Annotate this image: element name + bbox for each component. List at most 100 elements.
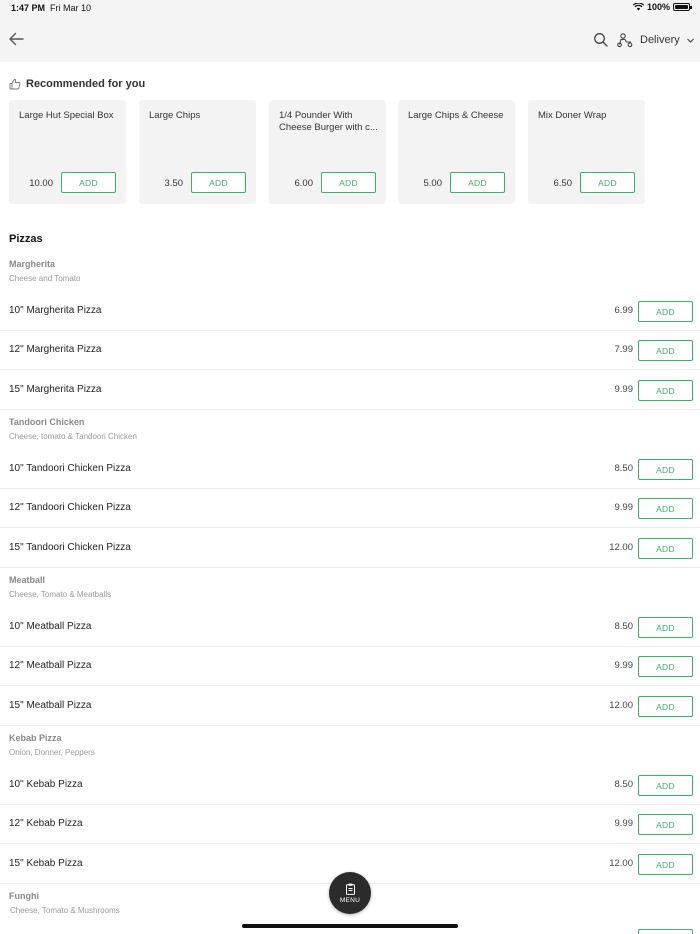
menu-item-row: 15" Meatball Pizza 12.00 ADD: [0, 687, 700, 726]
menu-item-row: 15" Tandoori Chicken Pizza 12.00 ADD: [0, 529, 700, 568]
menu-item-name: 15" Tandoori Chicken Pizza: [9, 542, 131, 553]
nav-bar: Delivery: [0, 18, 700, 62]
status-indicators: 100%: [632, 2, 692, 12]
recommended-header: Recommended for you: [9, 78, 145, 90]
search-icon: [594, 33, 608, 47]
add-button[interactable]: ADD: [638, 380, 693, 401]
menu-item-name: 12" Meatball Pizza: [9, 660, 92, 671]
menu-item-price: 9.99: [614, 502, 634, 513]
back-button[interactable]: [6, 28, 28, 50]
clipboard-icon: [345, 883, 355, 895]
status-time: 1:47 PM: [11, 3, 46, 13]
menu-item-price: 12.00: [609, 700, 633, 711]
menu-item-row: 10" Meatball Pizza 8.50 ADD: [0, 608, 700, 647]
menu-item-name: 12" Tandoori Chicken Pizza: [9, 502, 131, 513]
add-button[interactable]: ADD: [61, 172, 116, 193]
add-button[interactable]: ADD: [321, 172, 376, 193]
delivery-mode-select[interactable]: Delivery: [616, 30, 695, 50]
category-name: Tandoori Chicken: [9, 417, 85, 427]
category-name: Kebab Pizza: [9, 733, 62, 743]
menu-item-name: 15" Margherita Pizza: [9, 384, 102, 395]
menu-item-name: 12" Margherita Pizza: [9, 344, 102, 355]
recommended-card[interactable]: 1/4 Pounder With Cheese Burger with c...…: [269, 100, 386, 204]
menu-item-row: 12" Tandoori Chicken Pizza 9.99 ADD: [0, 489, 700, 528]
menu-button-label: MENU: [339, 896, 361, 904]
menu-item-name: 10" Meatball Pizza: [9, 621, 92, 632]
home-indicator: [242, 924, 458, 928]
menu-item-price: 8.50: [614, 779, 634, 790]
add-button[interactable]: ADD: [638, 459, 693, 480]
add-button[interactable]: ADD: [638, 498, 693, 519]
category-description: Onion, Donner, Peppers: [9, 748, 95, 757]
menu-item-price: 12.00: [609, 858, 633, 869]
recommended-card[interactable]: Large Chips & Cheese 5.00 ADD: [398, 100, 515, 204]
menu-item-row: 12" Margherita Pizza 7.99 ADD: [0, 331, 700, 370]
recommended-item-price: 6.00: [294, 178, 314, 189]
chevron-down-icon: [686, 38, 694, 43]
category-description: Cheese, tomato & Tandoori Chicken: [9, 432, 137, 441]
recommended-item-name: 1/4 Pounder With Cheese Burger with c...: [279, 110, 378, 133]
category-name: Margherita: [9, 259, 56, 269]
recommended-item-price: 3.50: [164, 178, 184, 189]
category-description: Cheese and Tomato: [9, 274, 81, 283]
recommended-item-price: 10.00: [29, 178, 53, 189]
menu-item-row: 12" Kebab Pizza 9.99 ADD: [0, 805, 700, 844]
menu-item-row: 10" Kebab Pizza 8.50 ADD: [0, 766, 700, 805]
add-button[interactable]: ADD: [638, 538, 693, 559]
add-button[interactable]: ADD: [638, 696, 693, 717]
add-button[interactable]: ADD: [580, 172, 635, 193]
menu-item-price: 9.99: [614, 384, 634, 395]
recommended-item-price: 6.50: [553, 178, 573, 189]
menu-button[interactable]: MENU: [329, 872, 371, 914]
menu-item-price: 9.99: [614, 660, 634, 671]
menu-item-price: 12.00: [609, 542, 633, 553]
menu-item-name: 15" Kebab Pizza: [9, 858, 83, 869]
recommended-item-price: 5.00: [423, 178, 443, 189]
menu-item-row: 10" Tandoori Chicken Pizza 8.50 ADD: [0, 450, 700, 489]
category-description: Cheese, Tomato & Meatballs: [9, 590, 112, 599]
section-title: Pizzas: [9, 233, 43, 245]
menu-item-price: 8.50: [614, 463, 634, 474]
menu-item-name: 15" Meatball Pizza: [9, 700, 92, 711]
search-button[interactable]: [592, 31, 610, 49]
battery-icon: [673, 3, 692, 11]
recommended-card[interactable]: Mix Doner Wrap 6.50 ADD: [528, 100, 645, 204]
menu-item-price: 7.99: [614, 344, 634, 355]
add-button[interactable]: ADD: [638, 301, 693, 322]
recommended-item-name: Mix Doner Wrap: [538, 110, 607, 121]
add-button[interactable]: ADD: [450, 172, 505, 193]
scooter-icon: [617, 33, 633, 48]
delivery-label: Delivery: [640, 34, 680, 46]
arrow-left-icon: [9, 32, 24, 46]
status-bar: 1:47 PM Fri Mar 10 100%: [0, 0, 700, 18]
menu-item-name: 10" Margherita Pizza: [9, 305, 102, 316]
recommended-card[interactable]: Large Chips 3.50 ADD: [139, 100, 256, 204]
category-description: Cheese, Tomato & Mushrooms: [10, 906, 120, 915]
battery-percent: 100%: [646, 2, 670, 12]
menu-item-name: 10" Tandoori Chicken Pizza: [9, 463, 131, 474]
menu-item-row: 10" Margherita Pizza 6.99 ADD: [0, 292, 700, 331]
recommended-card[interactable]: Large Hut Special Box 10.00 ADD: [9, 100, 126, 204]
menu-item-name: 12" Kebab Pizza: [9, 818, 83, 829]
menu-item-price: 8.50: [614, 621, 634, 632]
add-button[interactable]: ADD: [638, 775, 693, 796]
add-button[interactable]: ADD: [638, 814, 693, 835]
category-name: Meatball: [9, 575, 46, 585]
menu-item-row: 12" Meatball Pizza 9.99 ADD: [0, 647, 700, 686]
add-button[interactable]: [638, 929, 693, 934]
thumbs-up-icon: [9, 78, 21, 90]
recommended-item-name: Large Chips & Cheese: [408, 110, 504, 121]
category-name: Funghi: [9, 891, 39, 901]
menu-item-name: 10" Kebab Pizza: [9, 779, 83, 790]
wifi-icon: [632, 3, 644, 11]
add-button[interactable]: ADD: [191, 172, 246, 193]
add-button[interactable]: ADD: [638, 854, 693, 875]
menu-item-price: 6.99: [614, 305, 634, 316]
add-button[interactable]: ADD: [638, 656, 693, 677]
recommended-item-name: Large Chips: [149, 110, 201, 121]
add-button[interactable]: ADD: [638, 340, 693, 361]
menu-item-price: 9.99: [614, 818, 634, 829]
recommended-title: Recommended for you: [26, 78, 146, 90]
add-button[interactable]: ADD: [638, 617, 693, 638]
menu-item-row: 15" Margherita Pizza 9.99 ADD: [0, 371, 700, 410]
